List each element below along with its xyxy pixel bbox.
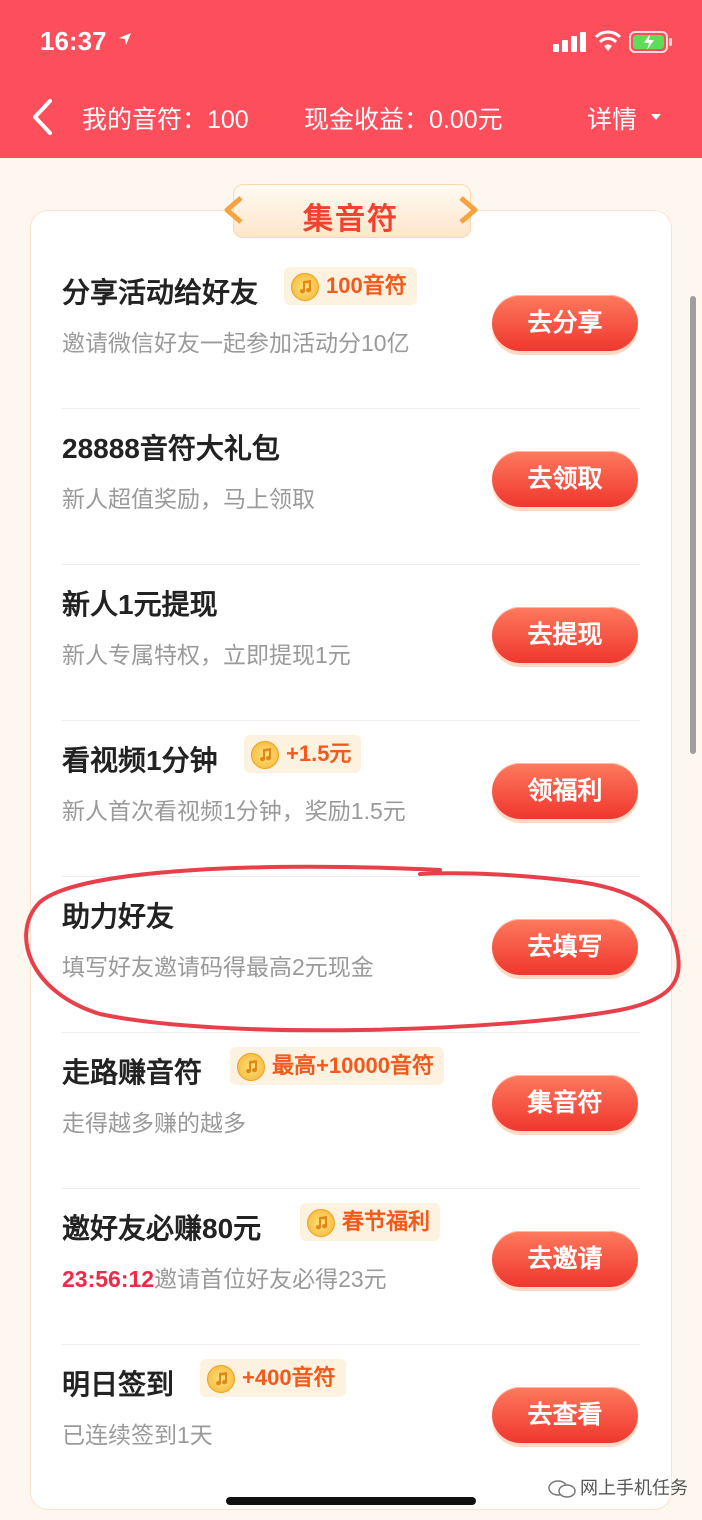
music-note-coin-icon: [307, 1209, 335, 1237]
invite-button[interactable]: 去邀请: [492, 1231, 638, 1287]
wechat-logo-icon: [548, 1480, 576, 1498]
task-title: 邀好友必赚80元: [62, 1213, 262, 1244]
fill-in-button[interactable]: 去填写: [492, 919, 638, 975]
task-subtitle: 邀请微信好友一起参加活动分10亿: [62, 330, 410, 356]
task-title: 走路赚音符: [62, 1057, 203, 1088]
task-subtitle: 填写好友邀请码得最高2元现金: [62, 954, 374, 980]
music-note-coin-icon: [207, 1365, 235, 1393]
battery-charging-icon: [629, 31, 672, 53]
task-title: 分享活动给好友: [62, 277, 259, 308]
task-title: 助力好友: [62, 901, 175, 932]
countdown-timer: 23:56:12: [62, 1266, 155, 1292]
caret-down-icon[interactable]: [651, 114, 661, 120]
task-subtitle: 走得越多赚的越多: [62, 1110, 246, 1136]
task-subtitle: 新人首次看视频1分钟，奖励1.5元: [62, 798, 406, 824]
top-header: 16:37 我的音符：100 现金收益：0.00元 详情: [0, 0, 702, 158]
reward-badge: +1.5元: [244, 735, 362, 773]
cellular-signal-icon: [553, 32, 586, 52]
share-button[interactable]: 去分享: [492, 295, 638, 351]
location-arrow-icon: [119, 33, 131, 45]
task-row-share: 分享活动给好友 100音符 邀请微信好友一起参加活动分10亿 去分享: [62, 252, 640, 409]
task-title: 看视频1分钟: [62, 745, 218, 776]
back-arrow-icon[interactable]: [30, 98, 56, 136]
task-title: 28888音符大礼包: [62, 433, 280, 464]
reward-badge: 最高+10000音符: [230, 1047, 445, 1085]
task-subtitle: 已连续签到1天: [62, 1422, 213, 1448]
music-note-coin-icon: [251, 741, 279, 769]
task-subtitle: 新人专属特权，立即提现1元: [62, 642, 351, 668]
status-time: 16:37: [40, 26, 107, 56]
task-row-help-friend: 助力好友 填写好友邀请码得最高2元现金 去填写: [62, 876, 640, 1033]
task-row-watch-video: 看视频1分钟 +1.5元 新人首次看视频1分钟，奖励1.5元 领福利: [62, 720, 640, 877]
task-row-gift-pack: 28888音符大礼包 新人超值奖励，马上领取 去领取: [62, 408, 640, 565]
task-row-walk: 走路赚音符 最高+10000音符 走得越多赚的越多 集音符: [62, 1032, 640, 1189]
wifi-icon: [594, 30, 622, 51]
section-title-banner: 集音符: [219, 180, 483, 240]
home-indicator[interactable]: [226, 1497, 476, 1505]
task-title: 新人1元提现: [62, 589, 218, 620]
scrollbar[interactable]: [690, 296, 696, 754]
reward-badge: +400音符: [200, 1359, 346, 1397]
section-title: 集音符: [303, 203, 399, 236]
view-button[interactable]: 去查看: [492, 1387, 638, 1443]
task-row-invite: 邀好友必赚80元 春节福利 23:56:12邀请首位好友必得23元 去邀请: [62, 1188, 640, 1345]
welfare-button[interactable]: 领福利: [492, 763, 638, 819]
collect-notes-button[interactable]: 集音符: [492, 1075, 638, 1131]
withdraw-button[interactable]: 去提现: [492, 607, 638, 663]
reward-badge: 春节福利: [300, 1203, 441, 1241]
cash-earnings: 现金收益：0.00元: [304, 106, 503, 134]
watermark: 网上手机任务: [548, 1474, 688, 1506]
reward-badge: 100音符: [284, 267, 417, 305]
my-notes-count: 我的音符：100: [82, 106, 249, 134]
task-title: 明日签到: [62, 1369, 175, 1400]
music-note-coin-icon: [237, 1053, 265, 1081]
detail-dropdown[interactable]: 详情: [587, 100, 637, 136]
task-row-withdraw: 新人1元提现 新人专属特权，立即提现1元 去提现: [62, 564, 640, 721]
task-subtitle: 23:56:12邀请首位好友必得23元: [62, 1266, 387, 1292]
claim-button[interactable]: 去领取: [492, 451, 638, 507]
task-subtitle: 新人超值奖励，马上领取: [62, 486, 315, 512]
music-note-coin-icon: [291, 273, 319, 301]
